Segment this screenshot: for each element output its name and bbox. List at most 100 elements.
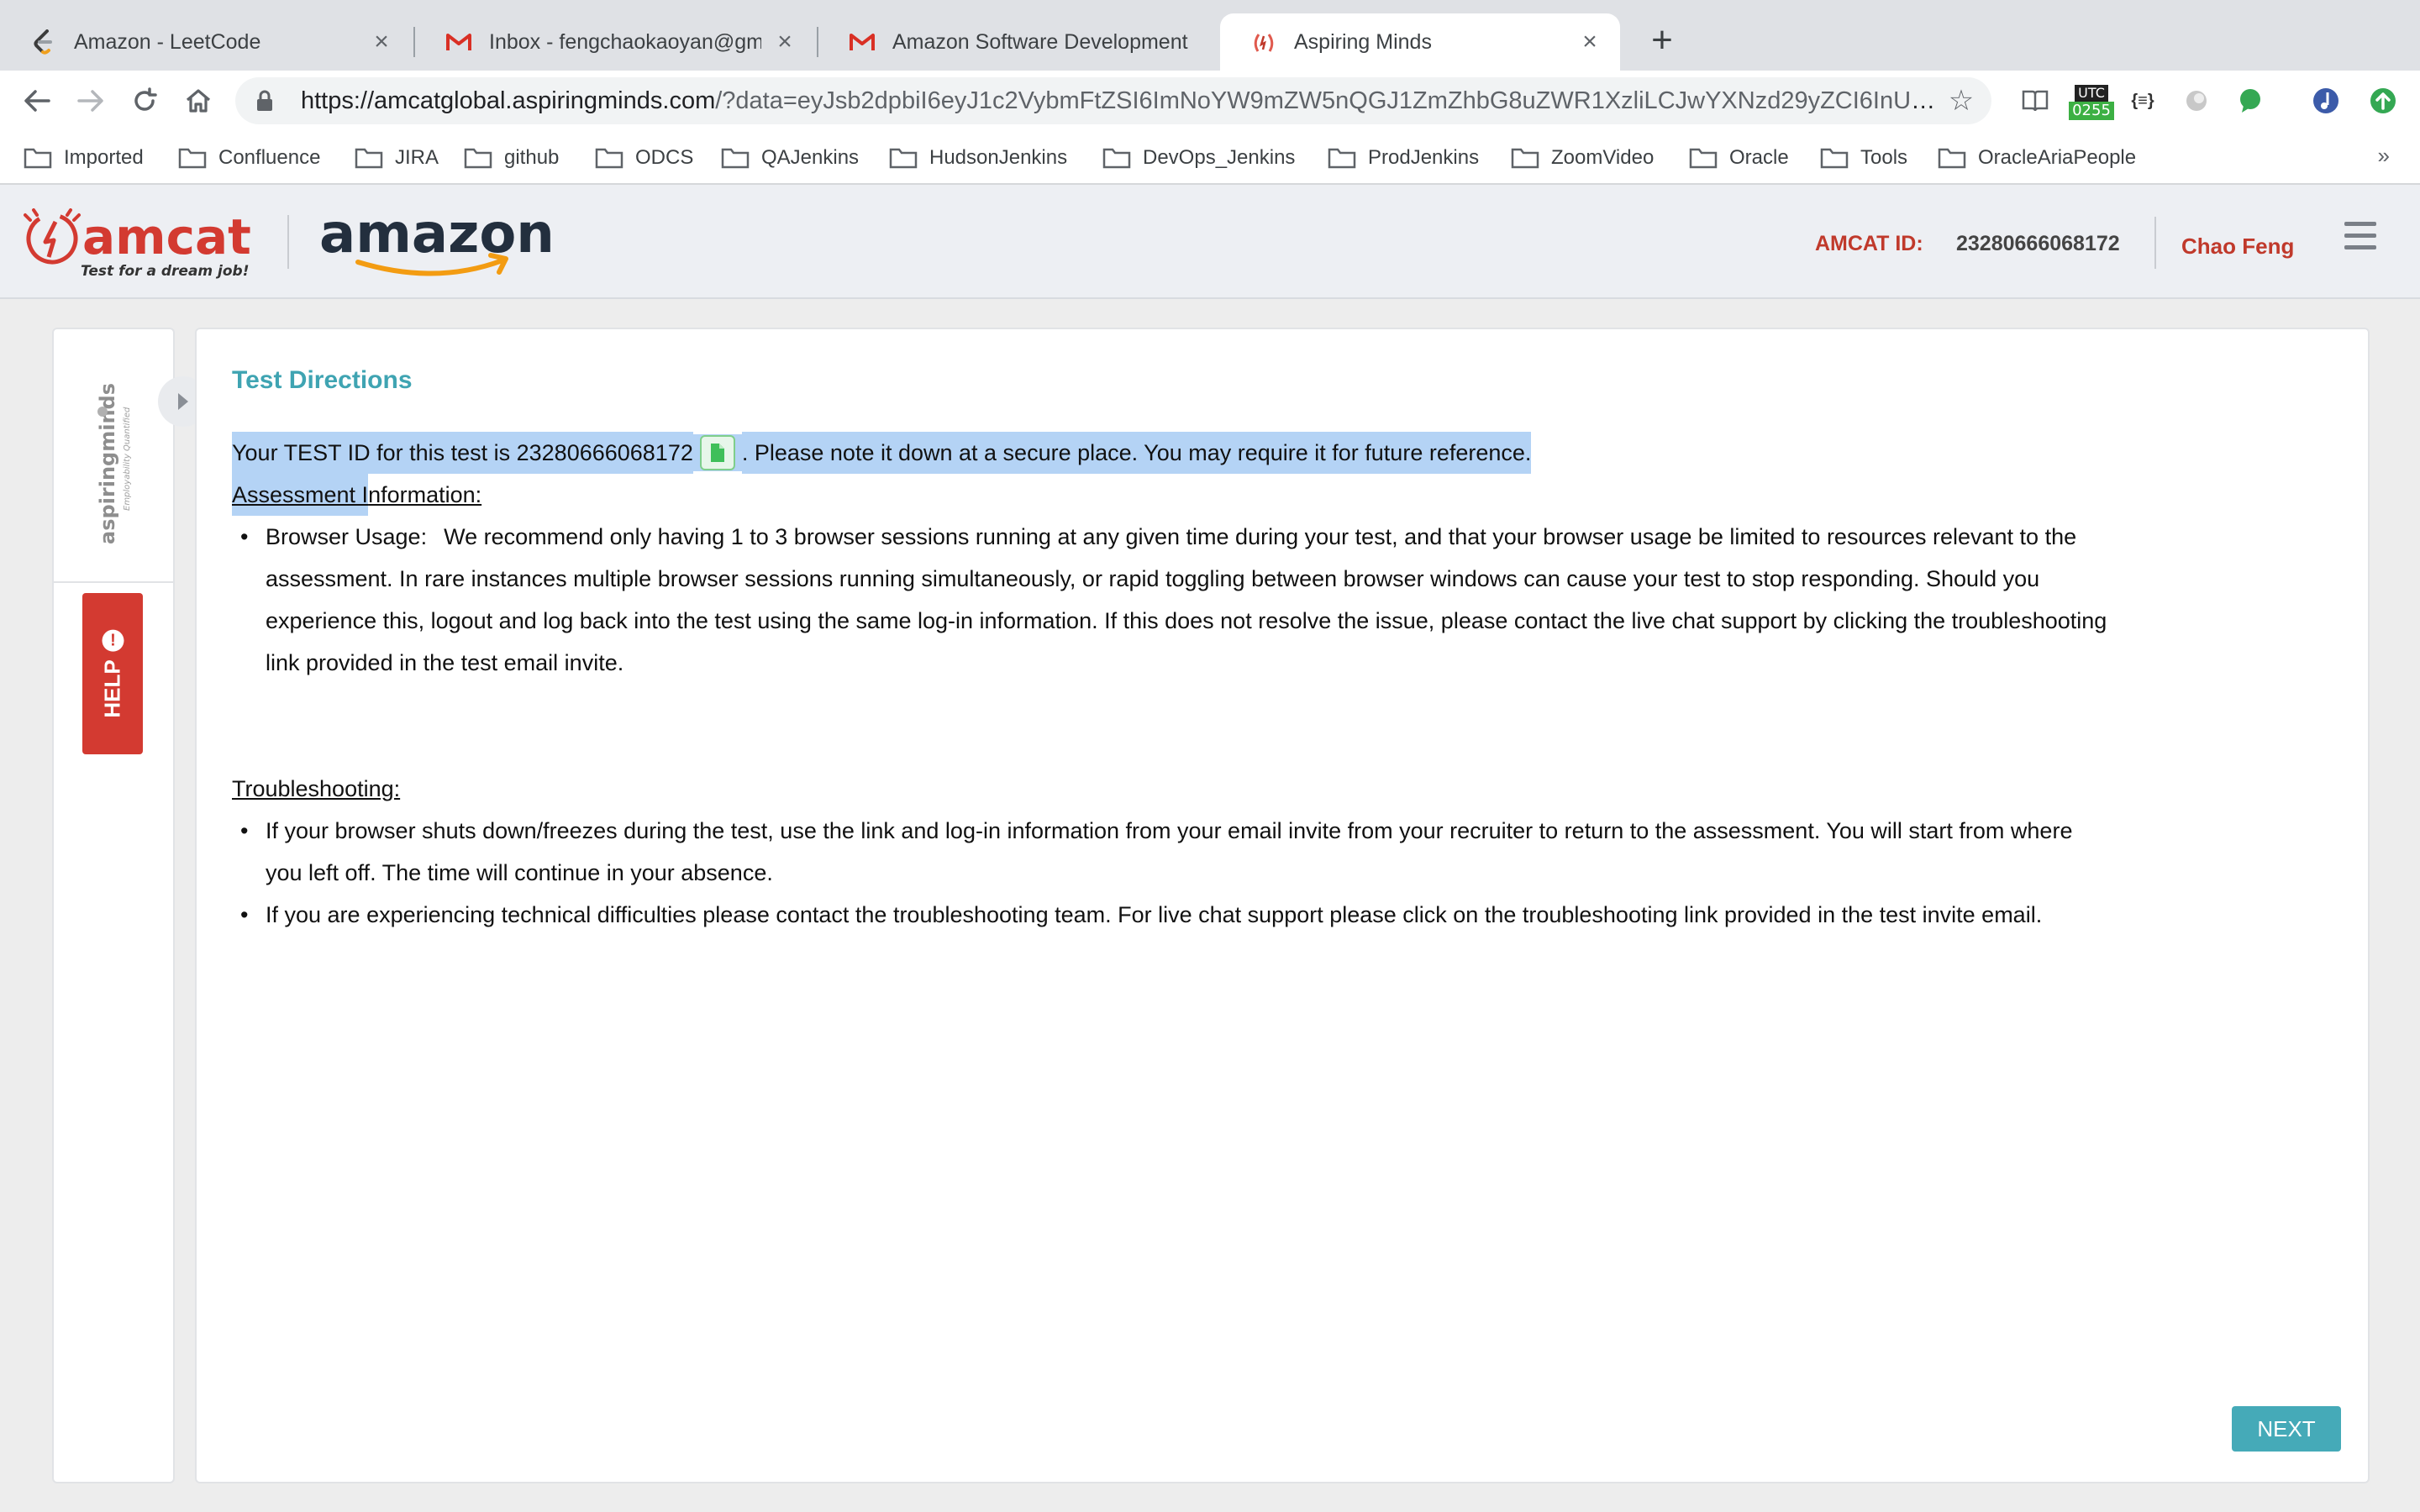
hamburger-menu-icon[interactable]: [2344, 222, 2376, 255]
test-directions-card: Test Directions Your TEST ID for this te…: [195, 328, 2370, 1483]
amcat-id-value: 23280666068172: [1956, 232, 2120, 255]
help-label: HELP: [99, 659, 125, 718]
test-id-note: . Please note it down at a secure place.…: [741, 432, 1532, 474]
svg-text:amazon: amazon: [319, 203, 553, 265]
next-button[interactable]: NEXT: [2232, 1406, 2341, 1452]
bookmark-folder[interactable]: Tools: [1820, 139, 1907, 176]
test-id-text: Your TEST ID for this test is 2328066606…: [232, 432, 693, 474]
tab-title: Amazon - LeetCode: [74, 29, 261, 54]
bookmark-folder[interactable]: Imported: [24, 139, 144, 176]
lock-icon: [255, 87, 284, 115]
folder-icon: [464, 148, 492, 169]
url-text: https://amcatglobal.aspiringminds.com/?d…: [301, 87, 1944, 114]
gmail-icon: [445, 29, 472, 55]
troubleshooting-text: you left off. The time will continue in …: [266, 860, 773, 885]
close-icon[interactable]: ×: [1576, 28, 1603, 55]
utc-clock-extension[interactable]: UTC 0255: [2069, 79, 2114, 126]
list-item: Browser Usage: We recommend only having 1…: [232, 516, 2333, 684]
reload-button[interactable]: [126, 82, 163, 119]
svg-text:Employability Quantified: Employability Quantified: [123, 407, 132, 511]
troubleshooting-list: If your browser shuts down/freezes durin…: [232, 810, 2333, 936]
forward-button[interactable]: [72, 82, 109, 119]
home-icon: [186, 89, 211, 113]
list-item: If your browser shuts down/freezes durin…: [232, 810, 2333, 894]
bookmark-folder[interactable]: HudsonJenkins: [889, 139, 1067, 176]
troubleshooting-heading-line: Troubleshooting:: [232, 768, 2333, 810]
bookmark-folder[interactable]: Confluence: [178, 139, 320, 176]
browser-usage-text: link provided in the test email invite.: [266, 650, 624, 675]
troubleshooting-heading: Troubleshooting:: [232, 776, 401, 801]
aspiring-minds-icon: [1250, 29, 1277, 55]
bookmark-folder[interactable]: JIRA: [355, 139, 439, 176]
json-formatter-icon[interactable]: {≡}: [2126, 84, 2160, 118]
bookmarks-overflow-icon[interactable]: »: [2378, 143, 2390, 169]
address-bar[interactable]: https://amcatglobal.aspiringminds.com/?d…: [235, 77, 1991, 124]
tab-title: Aspiring Minds: [1294, 29, 1432, 54]
folder-icon: [1328, 148, 1356, 169]
bookmarks-bar: Imported Confluence JIRA github ODCS QAJ…: [0, 131, 2420, 185]
extension-circle-icon[interactable]: [2180, 84, 2213, 118]
utc-time: 0255: [2069, 102, 2114, 120]
tab-aspiring-minds[interactable]: Aspiring Minds ×: [1220, 13, 1620, 71]
update-arrow-icon[interactable]: [2366, 84, 2400, 118]
bookmark-folder[interactable]: ZoomVideo: [1511, 139, 1654, 176]
tab-gmail-amazon[interactable]: Amazon Software Development: [818, 13, 1218, 71]
music-note-icon[interactable]: [2309, 84, 2343, 118]
folder-icon: [595, 148, 623, 169]
folder-icon: [721, 148, 750, 169]
chevron-right-icon: [178, 393, 188, 410]
bookmark-folder[interactable]: DevOps_Jenkins: [1102, 139, 1295, 176]
folder-icon: [1820, 148, 1849, 169]
tab-leetcode[interactable]: Amazon - LeetCode ×: [0, 13, 412, 71]
alert-icon: !: [102, 629, 124, 652]
arrow-left-icon: [24, 90, 50, 112]
browser-usage-text: assessment. In rare instances multiple b…: [266, 566, 2040, 591]
reload-icon: [134, 87, 157, 111]
back-button[interactable]: [18, 82, 55, 119]
logo-divider: [287, 215, 289, 269]
tab-gmail-inbox[interactable]: Inbox - fengchaokaoyan@gmail ×: [415, 13, 815, 71]
rail-divider: [54, 581, 173, 583]
leetcode-icon: [30, 29, 57, 55]
page-title: Test Directions: [232, 366, 413, 394]
left-rail: aspiringminds Employability Quantified H…: [52, 328, 175, 1483]
folder-icon: [1102, 148, 1131, 169]
assessment-heading-rest: nformation:: [368, 482, 482, 507]
bookmark-folder[interactable]: QAJenkins: [721, 139, 859, 176]
browser-usage-text: We recommend only having 1 to 3 browser …: [444, 524, 2077, 549]
bookmark-folder[interactable]: ODCS: [595, 139, 693, 176]
help-button[interactable]: HELP !: [82, 593, 143, 754]
copy-icon[interactable]: [699, 435, 735, 470]
troubleshooting-text: If your browser shuts down/freezes durin…: [266, 818, 2073, 843]
folder-icon: [355, 148, 383, 169]
browser-usage-label: Browser Usage:: [266, 524, 428, 549]
amcat-id-label: AMCAT ID:: [1815, 232, 1923, 255]
close-icon[interactable]: ×: [771, 28, 798, 55]
bookmark-folder[interactable]: github: [464, 139, 559, 176]
gmail-icon: [849, 29, 876, 55]
folder-icon: [889, 148, 918, 169]
amazon-logo: amazon: [318, 202, 555, 282]
site-header: amcat Test for a dream job! amazon AMCAT…: [0, 185, 2420, 299]
bookmark-folder[interactable]: OracleAriaPeople: [1938, 139, 2136, 176]
reader-icon[interactable]: [2018, 84, 2052, 118]
new-tab-button[interactable]: +: [1644, 22, 1681, 60]
svg-text:Test for a dream job!: Test for a dream job!: [81, 263, 249, 279]
svg-text:amcat: amcat: [82, 208, 251, 265]
bookmark-folder[interactable]: Oracle: [1689, 139, 1789, 176]
user-name[interactable]: Chao Feng: [2181, 234, 2294, 260]
browser-toolbar: https://amcatglobal.aspiringminds.com/?d…: [0, 71, 2420, 131]
header-divider: [2154, 217, 2156, 269]
amcat-logo[interactable]: amcat Test for a dream job!: [24, 208, 267, 280]
bookmark-folder[interactable]: ProdJenkins: [1328, 139, 1479, 176]
assessment-list: Browser Usage: We recommend only having 1…: [232, 516, 2333, 684]
folder-icon: [1511, 148, 1539, 169]
arrow-right-icon: [77, 90, 103, 112]
close-icon[interactable]: ×: [368, 28, 395, 55]
chat-bubble-icon[interactable]: [2233, 84, 2267, 118]
folder-icon: [178, 148, 207, 169]
directions-content: Your TEST ID for this test is 2328066606…: [232, 432, 2333, 936]
home-button[interactable]: [180, 82, 217, 119]
browser-tab-strip: Amazon - LeetCode × Inbox - fengchaokaoy…: [0, 0, 2420, 71]
bookmark-star-icon[interactable]: ☆: [1944, 84, 1978, 118]
